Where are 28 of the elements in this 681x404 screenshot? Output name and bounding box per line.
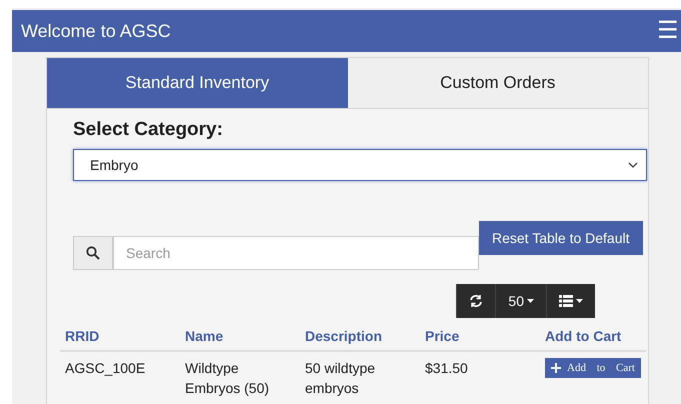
tab[interactable]: Standard Inventory xyxy=(47,58,348,108)
search-icon xyxy=(86,246,100,260)
category-label: Select Category: xyxy=(73,119,224,141)
column-header[interactable]: Name xyxy=(180,322,300,351)
refresh-icon xyxy=(469,294,484,308)
refresh-button[interactable] xyxy=(456,284,496,318)
columns-button[interactable] xyxy=(546,284,595,318)
caret-icon xyxy=(527,299,534,303)
reset-button[interactable]: Reset Table to Default xyxy=(479,221,642,255)
search-field[interactable]: Search xyxy=(113,236,479,270)
column-header[interactable]: Description xyxy=(300,322,420,351)
caret-icon xyxy=(576,299,583,303)
category-select[interactable]: Embryo xyxy=(73,149,647,181)
app-title: Welcome to AGSC xyxy=(21,20,171,42)
chevron-icon xyxy=(628,162,638,168)
table-cell: 50 wildtype embryos xyxy=(300,351,420,404)
list-icon xyxy=(559,295,573,307)
plus-icon xyxy=(551,363,561,373)
column-header[interactable]: RRID xyxy=(60,322,180,351)
table-cell: Wildtype Embryos (50) xyxy=(180,351,300,404)
table-cell: $31.50 xyxy=(420,351,540,404)
table-cell: AGSC_100E xyxy=(60,351,180,404)
column-header[interactable]: Price xyxy=(420,322,540,351)
menu-icon[interactable]: ☰ xyxy=(657,19,679,43)
add-to-cart-button[interactable]: Add to Cart xyxy=(545,358,641,378)
page-size-button[interactable]: 50 xyxy=(495,284,546,318)
column-header[interactable]: Add to Cart xyxy=(540,322,646,351)
tab[interactable]: Custom Orders xyxy=(348,58,648,108)
